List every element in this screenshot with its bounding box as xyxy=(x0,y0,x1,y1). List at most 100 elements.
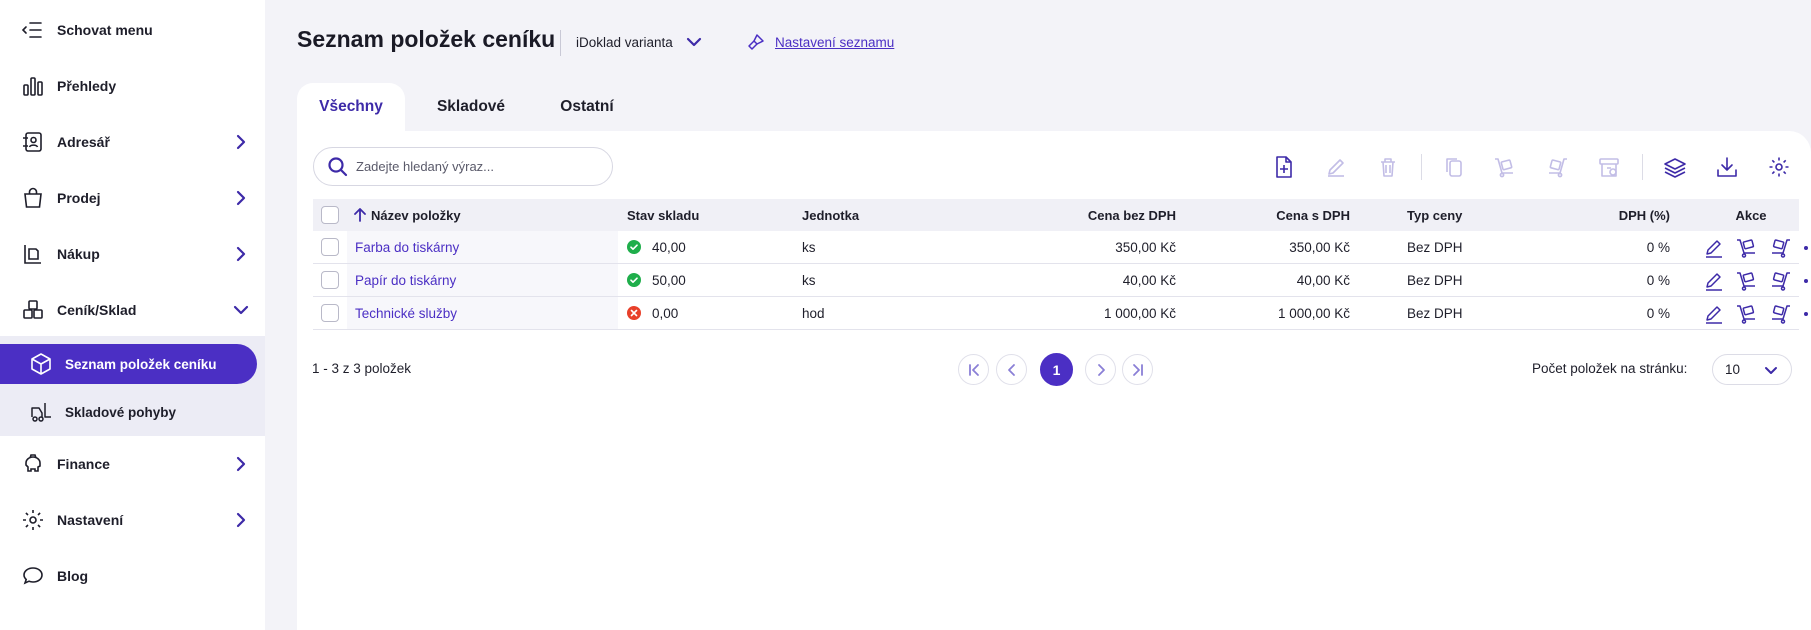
select-all-checkbox[interactable] xyxy=(321,206,339,224)
search-box[interactable] xyxy=(313,147,613,186)
row-checkbox[interactable] xyxy=(321,304,339,322)
list-settings-link[interactable]: Nastavení seznamu xyxy=(746,32,894,52)
layers-button[interactable] xyxy=(1661,153,1689,181)
sidebar-item-purchase[interactable]: Nákup xyxy=(0,234,265,274)
table-settings-button[interactable] xyxy=(1765,153,1793,181)
sidebar-item-settings[interactable]: Nastavení xyxy=(0,500,265,540)
row-issue-icon[interactable] xyxy=(1769,237,1791,259)
address-book-icon xyxy=(21,130,45,154)
bar-chart-icon xyxy=(21,74,45,98)
sidebar-item-label: Nákup xyxy=(57,246,100,262)
archive-button[interactable] xyxy=(1595,153,1623,181)
item-name-link[interactable]: Technické služby xyxy=(355,297,457,329)
row-checkbox[interactable] xyxy=(321,271,339,289)
delete-button[interactable] xyxy=(1374,153,1402,181)
row-issue-icon[interactable] xyxy=(1769,270,1791,292)
stock-receipt-button[interactable] xyxy=(1491,153,1519,181)
column-header-vat[interactable]: DPH (%) xyxy=(1553,199,1670,231)
piggy-bank-icon xyxy=(21,452,45,476)
last-page-icon xyxy=(1130,362,1146,378)
subnav-item-label: Skladové pohyby xyxy=(65,404,177,420)
stock-issue-button[interactable] xyxy=(1543,153,1571,181)
sidebar-item-sales[interactable]: Prodej xyxy=(0,178,265,218)
chevron-right-icon xyxy=(1093,362,1109,378)
toolbar-divider xyxy=(1421,154,1422,180)
row-more-icon[interactable] xyxy=(1802,270,1811,292)
row-more-icon[interactable] xyxy=(1802,237,1811,259)
table-row[interactable]: Technické služby 0,00 hod 1 000,00 Kč 1 … xyxy=(313,297,1808,330)
stock-value: 0,00 xyxy=(652,305,679,321)
column-header-unit[interactable]: Jednotka xyxy=(802,199,859,231)
export-button[interactable] xyxy=(1713,153,1741,181)
stock-value: 50,00 xyxy=(652,272,686,288)
column-header-stock[interactable]: Stav skladu xyxy=(627,199,699,231)
tab-other[interactable]: Ostatní xyxy=(541,83,633,131)
item-name-link[interactable]: Papír do tiskárny xyxy=(355,264,456,296)
chevron-right-icon xyxy=(231,454,251,474)
price-type-cell: Bez DPH xyxy=(1407,239,1463,255)
table-row[interactable]: Papír do tiskárny 50,00 ks 40,00 Kč 40,0… xyxy=(313,264,1808,297)
column-header-price[interactable]: Cena bez DPH xyxy=(1053,199,1176,231)
archive-icon xyxy=(1598,156,1620,178)
edit-button[interactable] xyxy=(1322,153,1350,181)
variant-label: iDoklad varianta xyxy=(576,34,673,50)
chevron-down-icon xyxy=(685,33,703,51)
search-input[interactable] xyxy=(356,159,596,174)
row-receipt-icon[interactable] xyxy=(1736,270,1758,292)
copy-button[interactable] xyxy=(1440,153,1468,181)
sidebar-item-pricelist[interactable]: Ceník/Sklad xyxy=(0,290,265,330)
sidebar-item-address-book[interactable]: Adresář xyxy=(0,122,265,162)
sidebar-item-finance[interactable]: Finance xyxy=(0,444,265,484)
row-edit-icon[interactable] xyxy=(1703,303,1725,325)
sidebar-item-label: Přehledy xyxy=(57,78,117,94)
hide-menu-icon xyxy=(21,18,45,42)
row-edit-icon[interactable] xyxy=(1703,270,1725,292)
column-header-name[interactable]: Název položky xyxy=(354,199,461,231)
last-page-button[interactable] xyxy=(1122,354,1153,385)
row-issue-icon[interactable] xyxy=(1769,303,1791,325)
page-button-current[interactable]: 1 xyxy=(1040,353,1073,386)
next-page-button[interactable] xyxy=(1085,354,1116,385)
row-edit-icon[interactable] xyxy=(1703,237,1725,259)
sort-ascending-icon xyxy=(354,208,366,222)
select-all-cell xyxy=(321,199,339,231)
tab-all[interactable]: Všechny xyxy=(297,83,405,131)
chevron-right-icon xyxy=(231,244,251,264)
chevron-right-icon xyxy=(231,510,251,530)
row-checkbox[interactable] xyxy=(321,238,339,256)
search-icon xyxy=(327,156,349,178)
chat-bubble-icon xyxy=(21,564,45,588)
column-header-actions: Akce xyxy=(1735,207,1767,223)
price-type-cell: Bez DPH xyxy=(1407,272,1463,288)
row-receipt-icon[interactable] xyxy=(1736,303,1758,325)
row-select-cell xyxy=(321,264,339,296)
list-settings-label: Nastavení seznamu xyxy=(775,34,895,50)
first-page-button[interactable] xyxy=(958,354,989,385)
row-receipt-icon[interactable] xyxy=(1736,237,1758,259)
sidebar-item-label: Ceník/Sklad xyxy=(57,302,137,318)
column-header-price-type[interactable]: Typ ceny xyxy=(1407,199,1462,231)
item-name-link[interactable]: Farba do tiskárny xyxy=(355,231,459,263)
brush-icon xyxy=(746,32,766,52)
subnav-item-stock-movements[interactable]: Skladové pohyby xyxy=(0,392,257,432)
stock-empty-icon xyxy=(627,306,641,320)
pagination-range: 1 - 3 z 3 položek xyxy=(312,361,412,376)
row-more-icon[interactable] xyxy=(1802,303,1811,325)
vat-cell: 0 % xyxy=(1646,272,1670,288)
subnav-item-pricelist-items[interactable]: Seznam položek ceníku xyxy=(0,344,257,384)
variant-select[interactable]: iDoklad varianta xyxy=(576,31,703,53)
per-page-select[interactable]: 10 xyxy=(1712,354,1792,385)
layers-icon xyxy=(1663,156,1687,178)
tab-stock[interactable]: Skladové xyxy=(419,83,523,131)
column-header-price-vat[interactable]: Cena s DPH xyxy=(1213,199,1350,231)
sidebar-item-overview[interactable]: Přehledy xyxy=(0,66,265,106)
price-cell: 1 000,00 Kč xyxy=(1103,305,1176,321)
purchase-icon xyxy=(21,242,45,266)
page-title: Seznam položek ceníku xyxy=(297,26,556,52)
gear-icon xyxy=(1768,156,1790,178)
previous-page-button[interactable] xyxy=(996,354,1027,385)
sidebar-item-blog[interactable]: Blog xyxy=(0,556,265,596)
add-item-button[interactable] xyxy=(1270,153,1298,181)
table-row[interactable]: Farba do tiskárny 40,00 ks 350,00 Kč 350… xyxy=(313,231,1808,264)
sidebar-item-hide-menu[interactable]: Schovat menu xyxy=(0,10,265,50)
